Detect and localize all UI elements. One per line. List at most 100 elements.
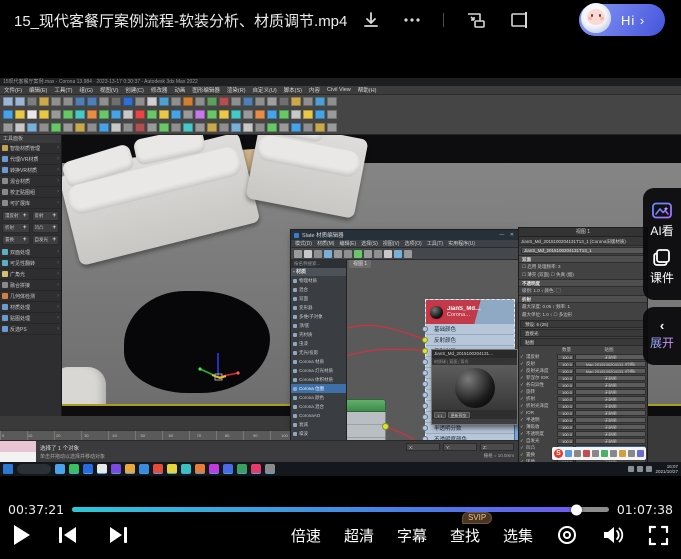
- more-icon[interactable]: [402, 10, 422, 30]
- download-icon[interactable]: [361, 10, 381, 30]
- browser-item: Corona 灯光材质: [291, 366, 346, 375]
- player-menu-button[interactable]: 倍速: [291, 525, 321, 546]
- browser-item: 双面: [291, 294, 346, 303]
- toolbar-icon: [279, 110, 289, 119]
- assistant-avatar: [579, 1, 613, 35]
- progress-knob[interactable]: [571, 504, 582, 515]
- settings-icon[interactable]: [556, 524, 578, 546]
- slot-input-socket: [422, 348, 428, 354]
- video-stage: 15现代客餐厅案例.max - Corona 13.984 · 2023-13-…: [0, 40, 681, 490]
- toolbar-icon: [267, 97, 277, 106]
- player-menu-button[interactable]: 查找 SVIP: [450, 525, 480, 546]
- player-menu-button[interactable]: 选集: [503, 525, 533, 546]
- toolbar-icon: [327, 110, 337, 119]
- script-plus-button: 反射: [32, 211, 60, 221]
- script-panel-item: 材质处理: [0, 302, 61, 313]
- player-menu-button[interactable]: 字幕: [397, 525, 427, 546]
- max-menu-item: 创建(C): [125, 86, 144, 94]
- taskbar-search: [17, 464, 51, 474]
- map-amount-field: 100.0: [557, 382, 574, 388]
- slate-menu-item: 实用程序(U): [448, 240, 475, 247]
- map-table-row: ✓ IOR 100.0 无贴图: [519, 409, 647, 416]
- script-item-icon: [2, 304, 8, 310]
- toolbar-icon: [231, 123, 241, 132]
- play-button[interactable]: [14, 525, 30, 545]
- fullscreen-icon[interactable]: [648, 525, 669, 546]
- slate-window-icon: [294, 233, 299, 238]
- map-table-row: ✓ 半透明 100.0 无贴图: [519, 416, 647, 423]
- slate-menu-item: 材质(M): [317, 240, 335, 247]
- max-menu-item: 帮助(H): [358, 86, 377, 94]
- system-tray: 16:07 2021/10/27: [628, 464, 678, 475]
- material-swatch-icon: [293, 423, 297, 427]
- toolbar-icon: [303, 110, 313, 119]
- map-slot-button: 无贴图: [575, 438, 646, 444]
- map-amount-field: 100.0: [557, 431, 574, 437]
- param-row: ☐ 启用 处理频率: 3: [519, 263, 647, 271]
- ai-watch-button[interactable]: AI看: [650, 202, 673, 239]
- player-menu-button[interactable]: 超清: [344, 525, 374, 546]
- toolbar-icon: [315, 110, 325, 119]
- max-menu-item: 自定义(U): [253, 86, 277, 94]
- volume-icon[interactable]: [601, 524, 625, 546]
- previous-button[interactable]: [56, 524, 80, 546]
- video-surface[interactable]: 15现代客餐厅案例.max - Corona 13.984 · 2023-13-…: [0, 78, 681, 476]
- material-swatch-icon: [293, 378, 297, 382]
- script-panel-item: 代理/VR材质: [0, 154, 61, 165]
- browser-item: Corona 混合: [291, 402, 346, 411]
- slate-toolbar-icon: [374, 250, 382, 258]
- script-item-icon: [2, 326, 8, 332]
- dock-side-icon[interactable]: [508, 10, 530, 30]
- map-enabled-check: ✓: [520, 367, 525, 374]
- script-plus-button: 折射: [2, 223, 30, 233]
- total-time: 01:07:38: [617, 502, 673, 517]
- toolbar-icon: [27, 123, 37, 132]
- toolbar-icon: [315, 123, 325, 132]
- toolbar-icon: [123, 110, 133, 119]
- toolbar-icon: [267, 110, 277, 119]
- next-button[interactable]: [106, 524, 130, 546]
- map-table-row: ✓ 折射光泽度 100.0 无贴图: [519, 402, 647, 409]
- slate-toolbar-icon: [294, 250, 302, 258]
- toolbar-icon: [243, 123, 253, 132]
- toolbar-icon: [123, 97, 133, 106]
- browser-item: 壳材质: [291, 330, 346, 339]
- preview-title: JianS_Md_2015100204131…: [432, 350, 517, 358]
- toolbar-icon: [87, 97, 97, 106]
- material-thumbnail: [428, 304, 445, 321]
- toolbar-icon: [171, 110, 181, 119]
- max-toolbar-row: [0, 121, 681, 134]
- map-enabled-check: ✓: [520, 360, 525, 367]
- toolbar-icon: [39, 110, 49, 119]
- toolbar-icon: [231, 97, 241, 106]
- coordinate-field: X:: [406, 443, 440, 451]
- picture-in-picture-icon[interactable]: [465, 10, 487, 30]
- expand-button[interactable]: ‹ 展开: [643, 307, 681, 365]
- slate-menu-item: 工具(T): [427, 240, 443, 247]
- progress-bar[interactable]: [72, 507, 609, 512]
- toolbar-icon: [75, 110, 85, 119]
- courseware-button[interactable]: 课件: [650, 249, 674, 286]
- material-swatch-icon: [293, 414, 297, 418]
- slate-toolbar: [291, 248, 519, 260]
- browser-item: 顶/底: [291, 321, 346, 330]
- chevron-left-icon: ‹: [660, 321, 664, 331]
- max-menu-item: 组(G): [79, 86, 92, 94]
- toolbar-icon: [171, 123, 181, 132]
- assistant-button[interactable]: Hi ›: [579, 4, 665, 36]
- top-bar: 15_现代客餐厅案例流程-软装分析、材质调节.mp4: [0, 0, 681, 40]
- script-panel-item: 几何体检测: [0, 291, 61, 302]
- browser-item: 噪波: [291, 429, 346, 438]
- preview-sphere: [455, 368, 495, 408]
- map-enabled-check: ✓: [520, 423, 525, 430]
- script-item-icon: [2, 260, 8, 266]
- player-controls: 00:37:21 01:07:38: [0, 490, 681, 559]
- toolbar-icon: [3, 97, 13, 106]
- map-amount-field: 100.0: [557, 368, 574, 374]
- map-amount-field: 100.0: [557, 417, 574, 423]
- map-table-row: ✓ 菲涅尔 IOR 100.0 无贴图: [519, 374, 647, 381]
- browser-item: Corona 体积材质: [291, 375, 346, 384]
- slot-input-socket: [422, 414, 428, 420]
- script-item-icon: [2, 167, 8, 173]
- start-button-icon: [3, 464, 13, 474]
